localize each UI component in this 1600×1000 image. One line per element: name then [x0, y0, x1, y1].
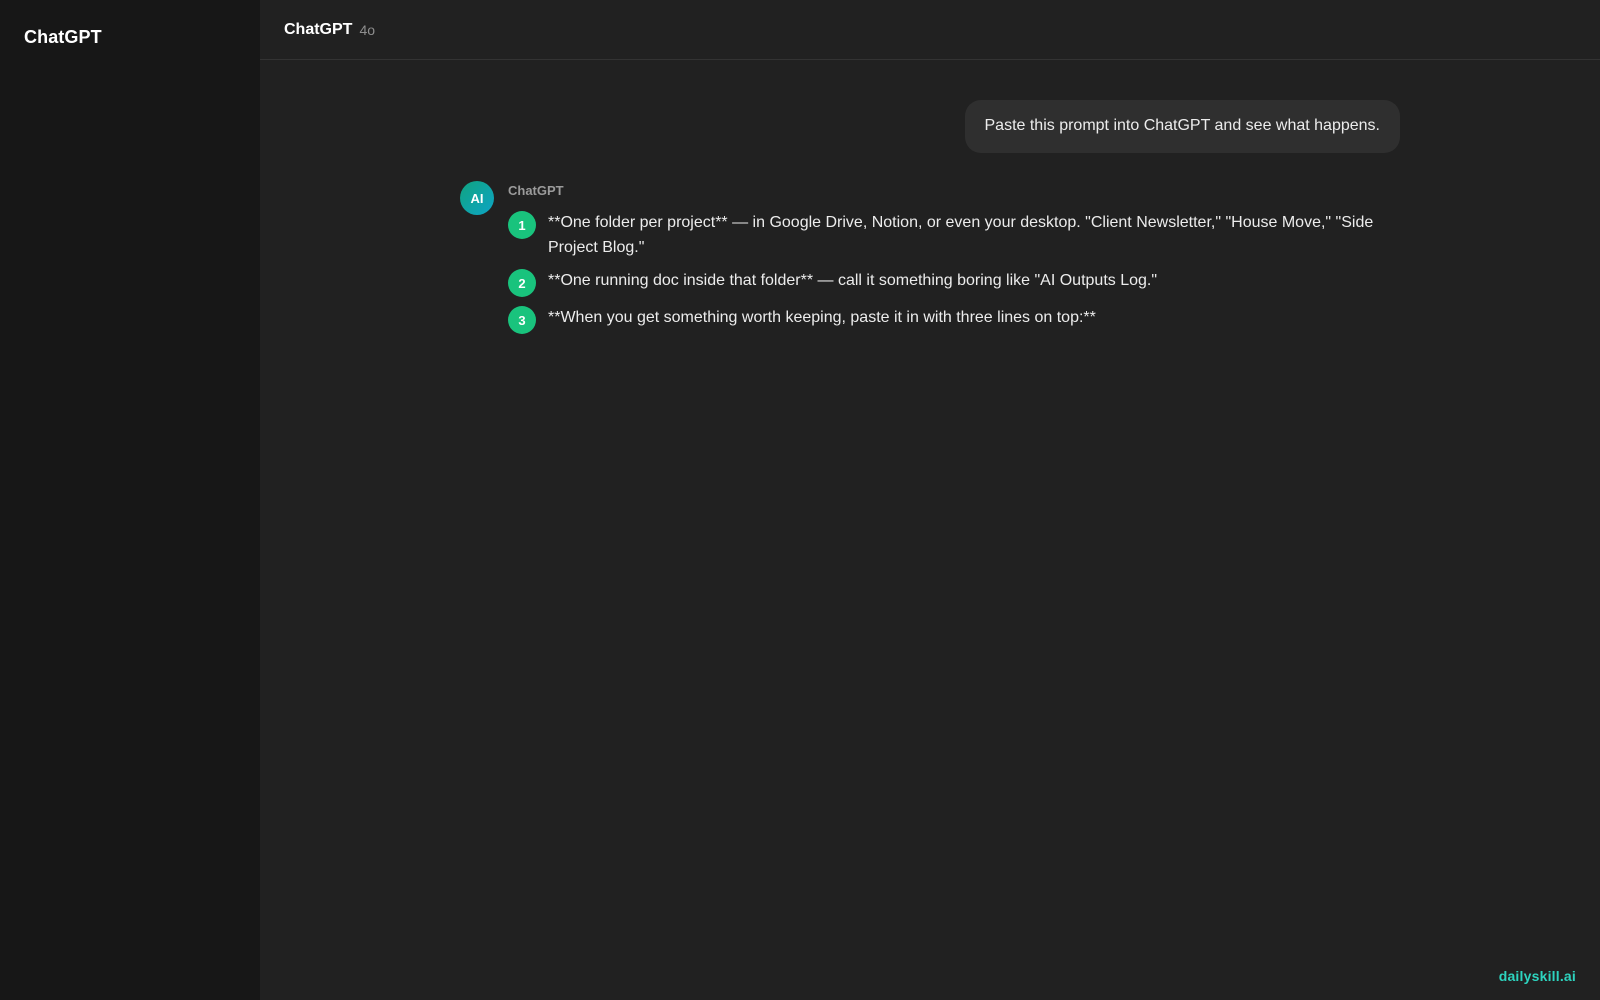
step-number-badge: 2	[508, 269, 536, 297]
assistant-message: AI ChatGPT 1 **One folder per project** …	[460, 181, 1400, 342]
step-text: **When you get something worth keeping, …	[548, 309, 1096, 326]
watermark: dailyskill.ai	[1498, 968, 1576, 984]
top-bar: ChatGPT 4o	[260, 0, 1600, 60]
sidebar-brand[interactable]: ChatGPT	[24, 27, 102, 48]
model-selector-title[interactable]: ChatGPT	[284, 21, 352, 39]
assistant-avatar: AI	[460, 181, 494, 215]
step-text: **One folder per project** — in Google D…	[548, 214, 1374, 256]
list-item: 2 **One running doc inside that folder**…	[508, 268, 1400, 297]
user-message-bubble: Paste this prompt into ChatGPT and see w…	[964, 100, 1400, 153]
assistant-message-body: ChatGPT 1 **One folder per project** — i…	[508, 181, 1400, 342]
sidebar: ChatGPT	[0, 0, 260, 1000]
app-window: ChatGPT ChatGPT 4o Paste this prompt int…	[0, 0, 1600, 1000]
list-item: 1 **One folder per project** — in Google…	[508, 210, 1400, 260]
step-number-badge: 3	[508, 306, 536, 334]
main-panel: ChatGPT 4o Paste this prompt into ChatGP…	[260, 0, 1600, 1000]
conversation-thread: Paste this prompt into ChatGPT and see w…	[260, 60, 1600, 1000]
model-version-label[interactable]: 4o	[359, 22, 375, 38]
list-item: 3 **When you get something worth keeping…	[508, 305, 1400, 334]
step-text: **One running doc inside that folder** —…	[548, 272, 1158, 289]
assistant-name: ChatGPT	[508, 183, 564, 198]
steps-list: 1 **One folder per project** — in Google…	[508, 210, 1400, 334]
step-number-badge: 1	[508, 211, 536, 239]
